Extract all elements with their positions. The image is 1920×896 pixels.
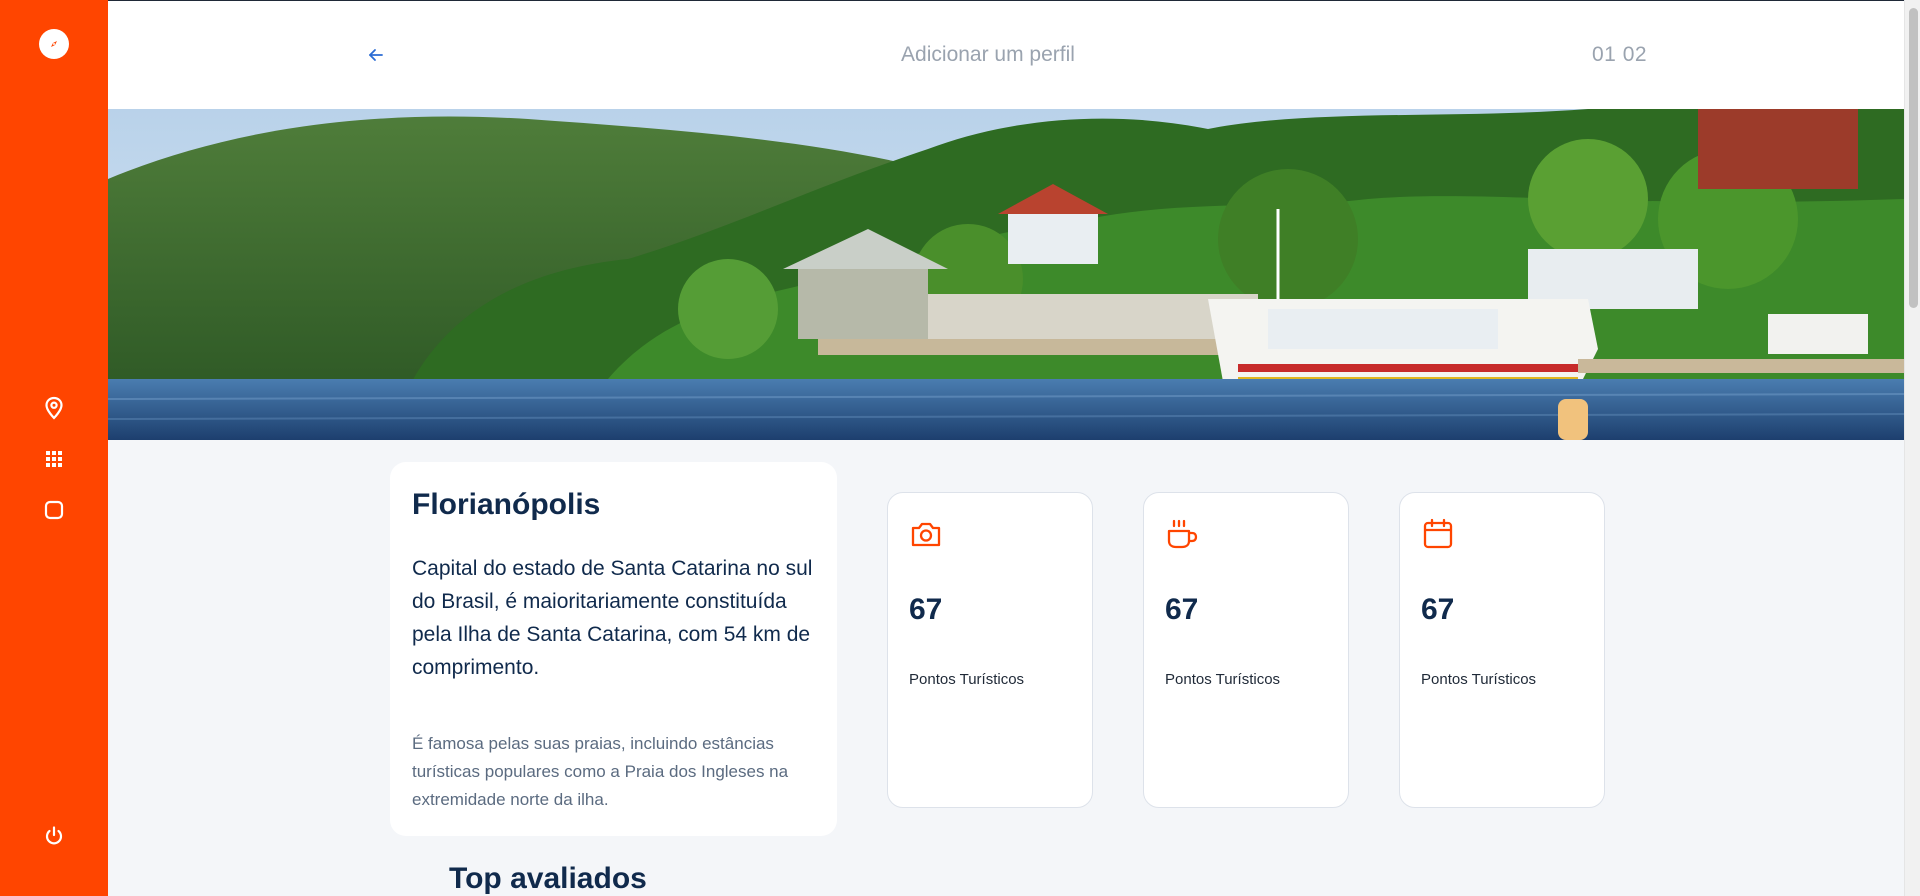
step-pagination[interactable]: 01 02 bbox=[1592, 43, 1647, 67]
top-rated-heading: Top avaliados bbox=[449, 862, 647, 895]
power-icon bbox=[45, 826, 63, 845]
sidebar-item-square[interactable] bbox=[40, 496, 68, 524]
stat-label: Pontos Turísticos bbox=[1421, 671, 1537, 688]
city-extra-info: É famosa pelas suas praias, incluindo es… bbox=[412, 734, 789, 809]
stat-label: Pontos Turísticos bbox=[909, 671, 1025, 688]
hero-image bbox=[108, 109, 1904, 440]
stat-value: 67 bbox=[1165, 593, 1199, 626]
stat-card-events[interactable]: 67 Pontos Turísticos bbox=[1399, 492, 1605, 808]
logo[interactable] bbox=[39, 29, 69, 59]
city-description: Capital do estado de Santa Catarina no s… bbox=[412, 557, 813, 679]
scrollbar-thumb[interactable] bbox=[1909, 8, 1918, 308]
stat-value: 67 bbox=[1421, 593, 1455, 626]
sidebar-item-grid[interactable] bbox=[40, 445, 68, 473]
logout-button[interactable] bbox=[40, 822, 68, 850]
calendar-icon bbox=[1423, 518, 1453, 549]
map-pin-icon bbox=[45, 396, 63, 420]
coffee-icon bbox=[1167, 519, 1198, 549]
stat-card-attractions[interactable]: 67 Pontos Turísticos bbox=[887, 492, 1093, 808]
sidebar-item-location[interactable] bbox=[40, 394, 68, 422]
city-title: Florianópolis bbox=[412, 488, 601, 521]
stat-card-food[interactable]: 67 Pontos Turísticos bbox=[1143, 492, 1349, 808]
grid-icon bbox=[46, 451, 62, 467]
camera-icon bbox=[911, 522, 941, 547]
vertical-scrollbar[interactable] bbox=[1904, 0, 1920, 896]
stat-label: Pontos Turísticos bbox=[1165, 671, 1281, 688]
stat-value: 67 bbox=[909, 593, 943, 626]
city-info-card: Florianópolis Capital do estado de Santa… bbox=[390, 462, 837, 836]
compass-icon bbox=[51, 41, 57, 47]
top-header: Adicionar um perfil 01 02 bbox=[108, 0, 1904, 109]
sidebar bbox=[0, 0, 108, 896]
square-icon bbox=[44, 500, 64, 520]
